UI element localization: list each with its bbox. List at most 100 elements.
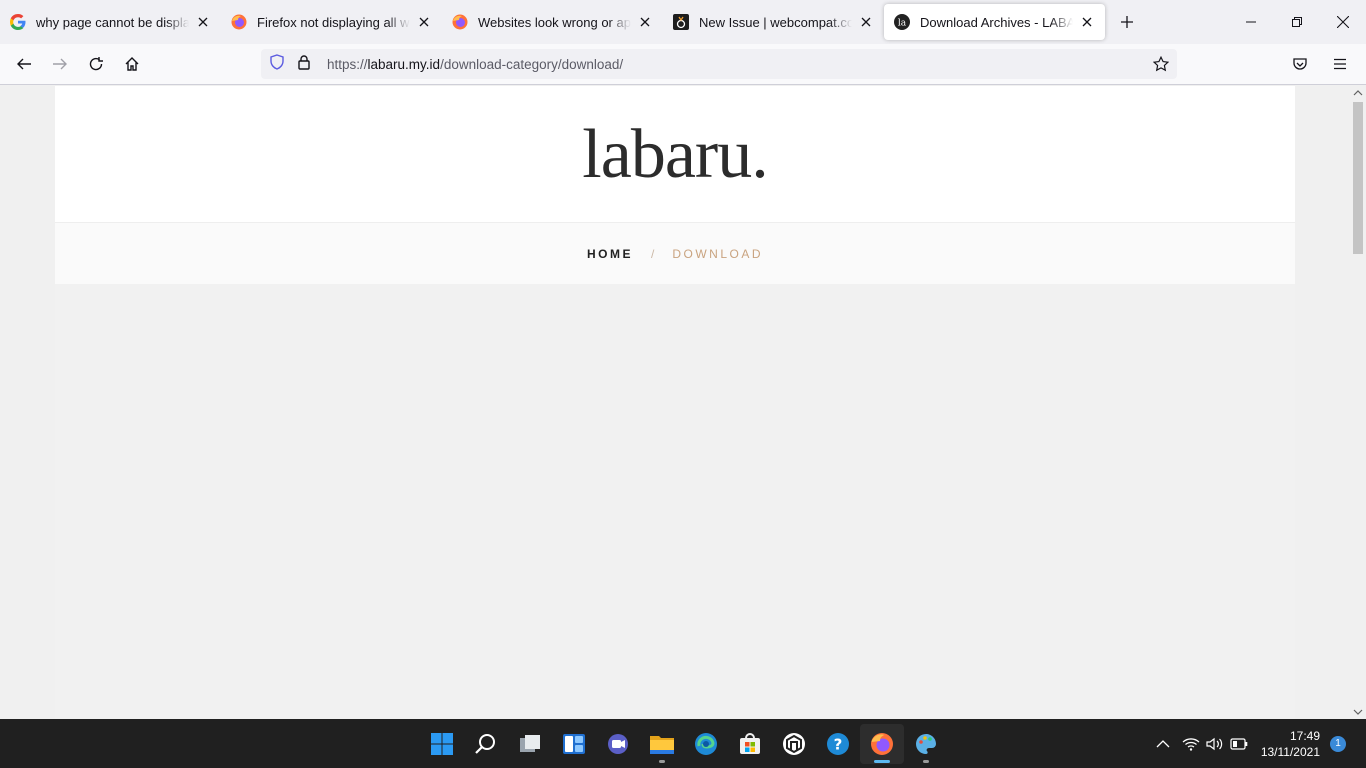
start-button[interactable]: [420, 724, 464, 764]
site-logo[interactable]: labaru.: [582, 120, 768, 190]
volume-icon: [1206, 737, 1223, 750]
breadcrumb-separator: /: [650, 246, 655, 261]
search-icon: [475, 734, 495, 754]
reload-button[interactable]: [80, 48, 112, 80]
reload-icon: [89, 57, 103, 71]
navigation-toolbar: https://labaru.my.id/download-category/d…: [0, 44, 1366, 85]
tab-strip: why page cannot be displayed in Firefox …: [0, 0, 1366, 44]
show-hidden-icons-button[interactable]: [1151, 732, 1175, 756]
close-window-button[interactable]: [1320, 0, 1366, 44]
back-button[interactable]: [8, 48, 40, 80]
url-scheme: https://: [327, 56, 368, 72]
battery-button[interactable]: [1227, 732, 1251, 756]
close-tab-icon[interactable]: [416, 14, 432, 30]
restore-button[interactable]: [1274, 0, 1320, 44]
tab-title: Websites look wrong or appear: [478, 14, 631, 30]
edge-icon: [695, 733, 717, 755]
tab-firefox-support-1[interactable]: Firefox not displaying all web pa: [221, 4, 442, 40]
page-viewport: labaru. HOME / DOWNLOAD: [0, 86, 1350, 719]
lock-icon[interactable]: [297, 54, 313, 75]
url-host: labaru.my.id: [367, 56, 441, 72]
firefox-button[interactable]: [860, 724, 904, 764]
home-icon: [125, 57, 139, 71]
url-text[interactable]: https://labaru.my.id/download-category/d…: [327, 57, 623, 72]
new-tab-button[interactable]: [1113, 8, 1141, 36]
widgets-button[interactable]: [552, 724, 596, 764]
store-icon: [740, 733, 760, 754]
tab-google-search[interactable]: why page cannot be displayed in: [0, 4, 221, 40]
start-icon: [431, 733, 453, 755]
clock-date: 13/11/2021: [1260, 744, 1320, 759]
close-tab-icon[interactable]: [1079, 14, 1095, 30]
home-button[interactable]: [116, 48, 148, 80]
app-icon: [783, 733, 805, 755]
pocket-icon: [1293, 58, 1307, 70]
site-header: labaru.: [55, 86, 1295, 222]
help-button[interactable]: ?: [816, 724, 860, 764]
breadcrumb-home-link[interactable]: HOME: [587, 247, 633, 261]
windows-taskbar: ? 17:49 13/11/2021 1: [0, 719, 1366, 768]
window-controls: [1228, 0, 1366, 44]
task-view-button[interactable]: [508, 724, 552, 764]
site-container: labaru. HOME / DOWNLOAD: [55, 86, 1295, 719]
back-arrow-icon: [17, 58, 31, 70]
tab-title: why page cannot be displayed in: [36, 14, 189, 30]
bookmark-star-icon[interactable]: [1152, 55, 1170, 77]
tab-title: New Issue | webcompat.com: [699, 14, 852, 30]
close-tab-icon[interactable]: [858, 14, 874, 30]
close-tab-icon[interactable]: [195, 14, 211, 30]
chevron-up-icon: [1156, 739, 1170, 747]
wifi-icon: [1182, 737, 1200, 751]
clock-time: 17:49: [1289, 728, 1320, 743]
tab-labaru[interactable]: la Download Archives - LABARU: [884, 4, 1105, 40]
page-scrollbar[interactable]: [1350, 86, 1366, 719]
file-explorer-icon: [650, 736, 674, 754]
store-button[interactable]: [728, 724, 772, 764]
edge-button[interactable]: [684, 724, 728, 764]
firefox-icon: [452, 14, 468, 30]
notification-badge[interactable]: 1: [1330, 735, 1346, 752]
tab-webcompat[interactable]: New Issue | webcompat.com: [663, 4, 884, 40]
app-button[interactable]: [772, 724, 816, 764]
taskbar-apps: ?: [420, 724, 948, 764]
help-icon: ?: [827, 733, 849, 755]
scroll-down-arrow-icon[interactable]: [1353, 707, 1363, 717]
pocket-button[interactable]: [1284, 48, 1316, 80]
forward-button[interactable]: [44, 48, 76, 80]
chat-button[interactable]: [596, 724, 640, 764]
file-explorer-button[interactable]: [640, 724, 684, 764]
webcompat-icon: [673, 14, 689, 30]
search-button[interactable]: [464, 724, 508, 764]
menu-button[interactable]: [1324, 48, 1356, 80]
task-view-icon: [520, 735, 540, 752]
firefox-icon: [231, 14, 247, 30]
tracking-protection-icon[interactable]: [269, 53, 285, 75]
paint-icon: [916, 734, 936, 754]
tab-firefox-support-2[interactable]: Websites look wrong or appear: [442, 4, 663, 40]
address-bar[interactable]: https://labaru.my.id/download-category/d…: [261, 49, 1177, 79]
scroll-up-arrow-icon[interactable]: [1353, 88, 1363, 98]
battery-icon: [1230, 737, 1248, 750]
paint-button[interactable]: [904, 724, 948, 764]
hamburger-menu-icon: [1334, 58, 1346, 70]
scrollbar-thumb[interactable]: [1353, 102, 1363, 254]
widgets-icon: [563, 734, 585, 754]
volume-button[interactable]: [1203, 732, 1227, 756]
svg-text:?: ?: [834, 736, 843, 754]
breadcrumb: HOME / DOWNLOAD: [55, 222, 1295, 284]
wifi-button[interactable]: [1179, 732, 1203, 756]
forward-arrow-icon: [53, 58, 67, 70]
toolbar-right: [1280, 48, 1356, 80]
labaru-icon: la: [894, 14, 910, 30]
tab-title: Download Archives - LABARU: [920, 14, 1073, 30]
firefox-icon: [871, 733, 893, 755]
tab-title: Firefox not displaying all web pa: [257, 14, 410, 30]
chat-icon: [608, 734, 628, 754]
svg-text:la: la: [898, 19, 907, 29]
plus-icon: [1121, 16, 1133, 28]
breadcrumb-current: DOWNLOAD: [672, 246, 763, 261]
clock[interactable]: 17:49 13/11/2021: [1261, 728, 1320, 760]
minimize-button[interactable]: [1228, 0, 1274, 44]
close-tab-icon[interactable]: [637, 14, 653, 30]
system-tray: 17:49 13/11/2021 1: [1151, 719, 1366, 768]
